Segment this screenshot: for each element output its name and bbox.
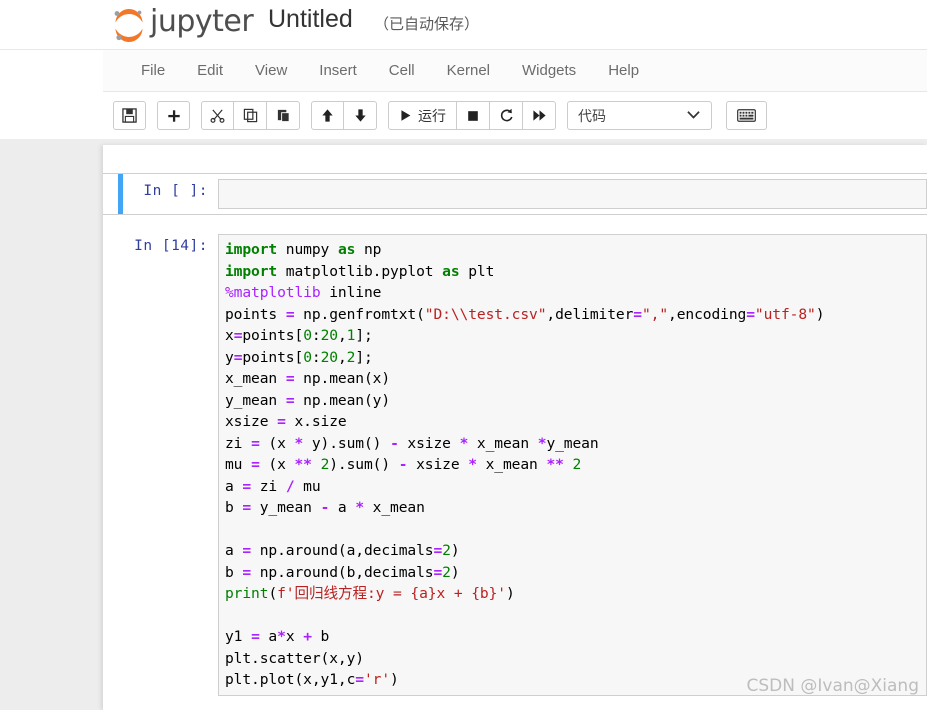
restart-kernel-button[interactable] — [490, 101, 523, 130]
cell-source-code: import numpy as np import matplotlib.pyp… — [225, 241, 825, 688]
notebook-container: In [ ]: In [14]: import numpy as np impo… — [103, 145, 927, 710]
jupyter-logo-icon[interactable] — [108, 5, 150, 45]
jupyter-notebook-window: jupyter Untitled （已自动保存） File Edit View … — [0, 0, 927, 710]
restart-and-run-all-button[interactable] — [523, 101, 556, 130]
cell-input-editor[interactable] — [218, 179, 927, 209]
toolbar: 运行 代码 — [103, 92, 927, 139]
move-cell-down-button[interactable] — [344, 101, 377, 130]
toolbar-group-run: 运行 — [388, 101, 556, 130]
insert-cell-below-button[interactable] — [157, 101, 190, 130]
menu-item-edit[interactable]: Edit — [181, 57, 239, 84]
run-button-label: 运行 — [418, 108, 446, 125]
save-button[interactable] — [113, 101, 146, 130]
jupyter-brand-text: jupyter — [150, 4, 254, 39]
cell-type-select[interactable]: 代码 — [567, 101, 712, 130]
menu-item-view[interactable]: View — [239, 57, 303, 84]
cell-input-editor[interactable]: import numpy as np import matplotlib.pyp… — [218, 234, 927, 696]
notebook-title[interactable]: Untitled — [268, 5, 353, 34]
toolbar-group-add — [157, 101, 190, 130]
cell-type-value: 代码 — [578, 108, 606, 125]
menu-item-cell[interactable]: Cell — [373, 57, 431, 84]
toolbar-group-save — [113, 101, 146, 130]
cut-button[interactable] — [201, 101, 234, 130]
toolbar-group-move — [311, 101, 377, 130]
notebook-header: jupyter Untitled （已自动保存） — [0, 0, 927, 50]
menu-item-help[interactable]: Help — [592, 57, 655, 84]
notebook-cell[interactable]: In [14]: import numpy as np import matpl… — [103, 229, 927, 701]
paste-button[interactable] — [267, 101, 300, 130]
watermark-text: CSDN @Ivan@Xiang — [746, 676, 920, 696]
run-cell-button[interactable]: 运行 — [388, 101, 457, 130]
autosave-status: （已自动保存） — [374, 15, 480, 33]
move-cell-up-button[interactable] — [311, 101, 344, 130]
cell-prompt: In [14]: — [134, 238, 208, 254]
menu-item-file[interactable]: File — [125, 57, 181, 84]
menu-item-kernel[interactable]: Kernel — [431, 57, 506, 84]
menu-item-insert[interactable]: Insert — [303, 57, 373, 84]
interrupt-kernel-button[interactable] — [457, 101, 490, 130]
menu-bar: File Edit View Insert Cell Kernel Widget… — [103, 50, 927, 92]
copy-button[interactable] — [234, 101, 267, 130]
keyboard-icon — [737, 109, 756, 122]
chevron-down-icon — [687, 108, 700, 123]
notebook-cell[interactable]: In [ ]: — [103, 173, 927, 215]
play-triangle-icon — [401, 110, 411, 121]
cell-selected-marker — [118, 174, 123, 214]
command-palette-button[interactable] — [726, 101, 767, 130]
toolbar-group-clipboard — [201, 101, 300, 130]
menu-item-widgets[interactable]: Widgets — [506, 57, 592, 84]
